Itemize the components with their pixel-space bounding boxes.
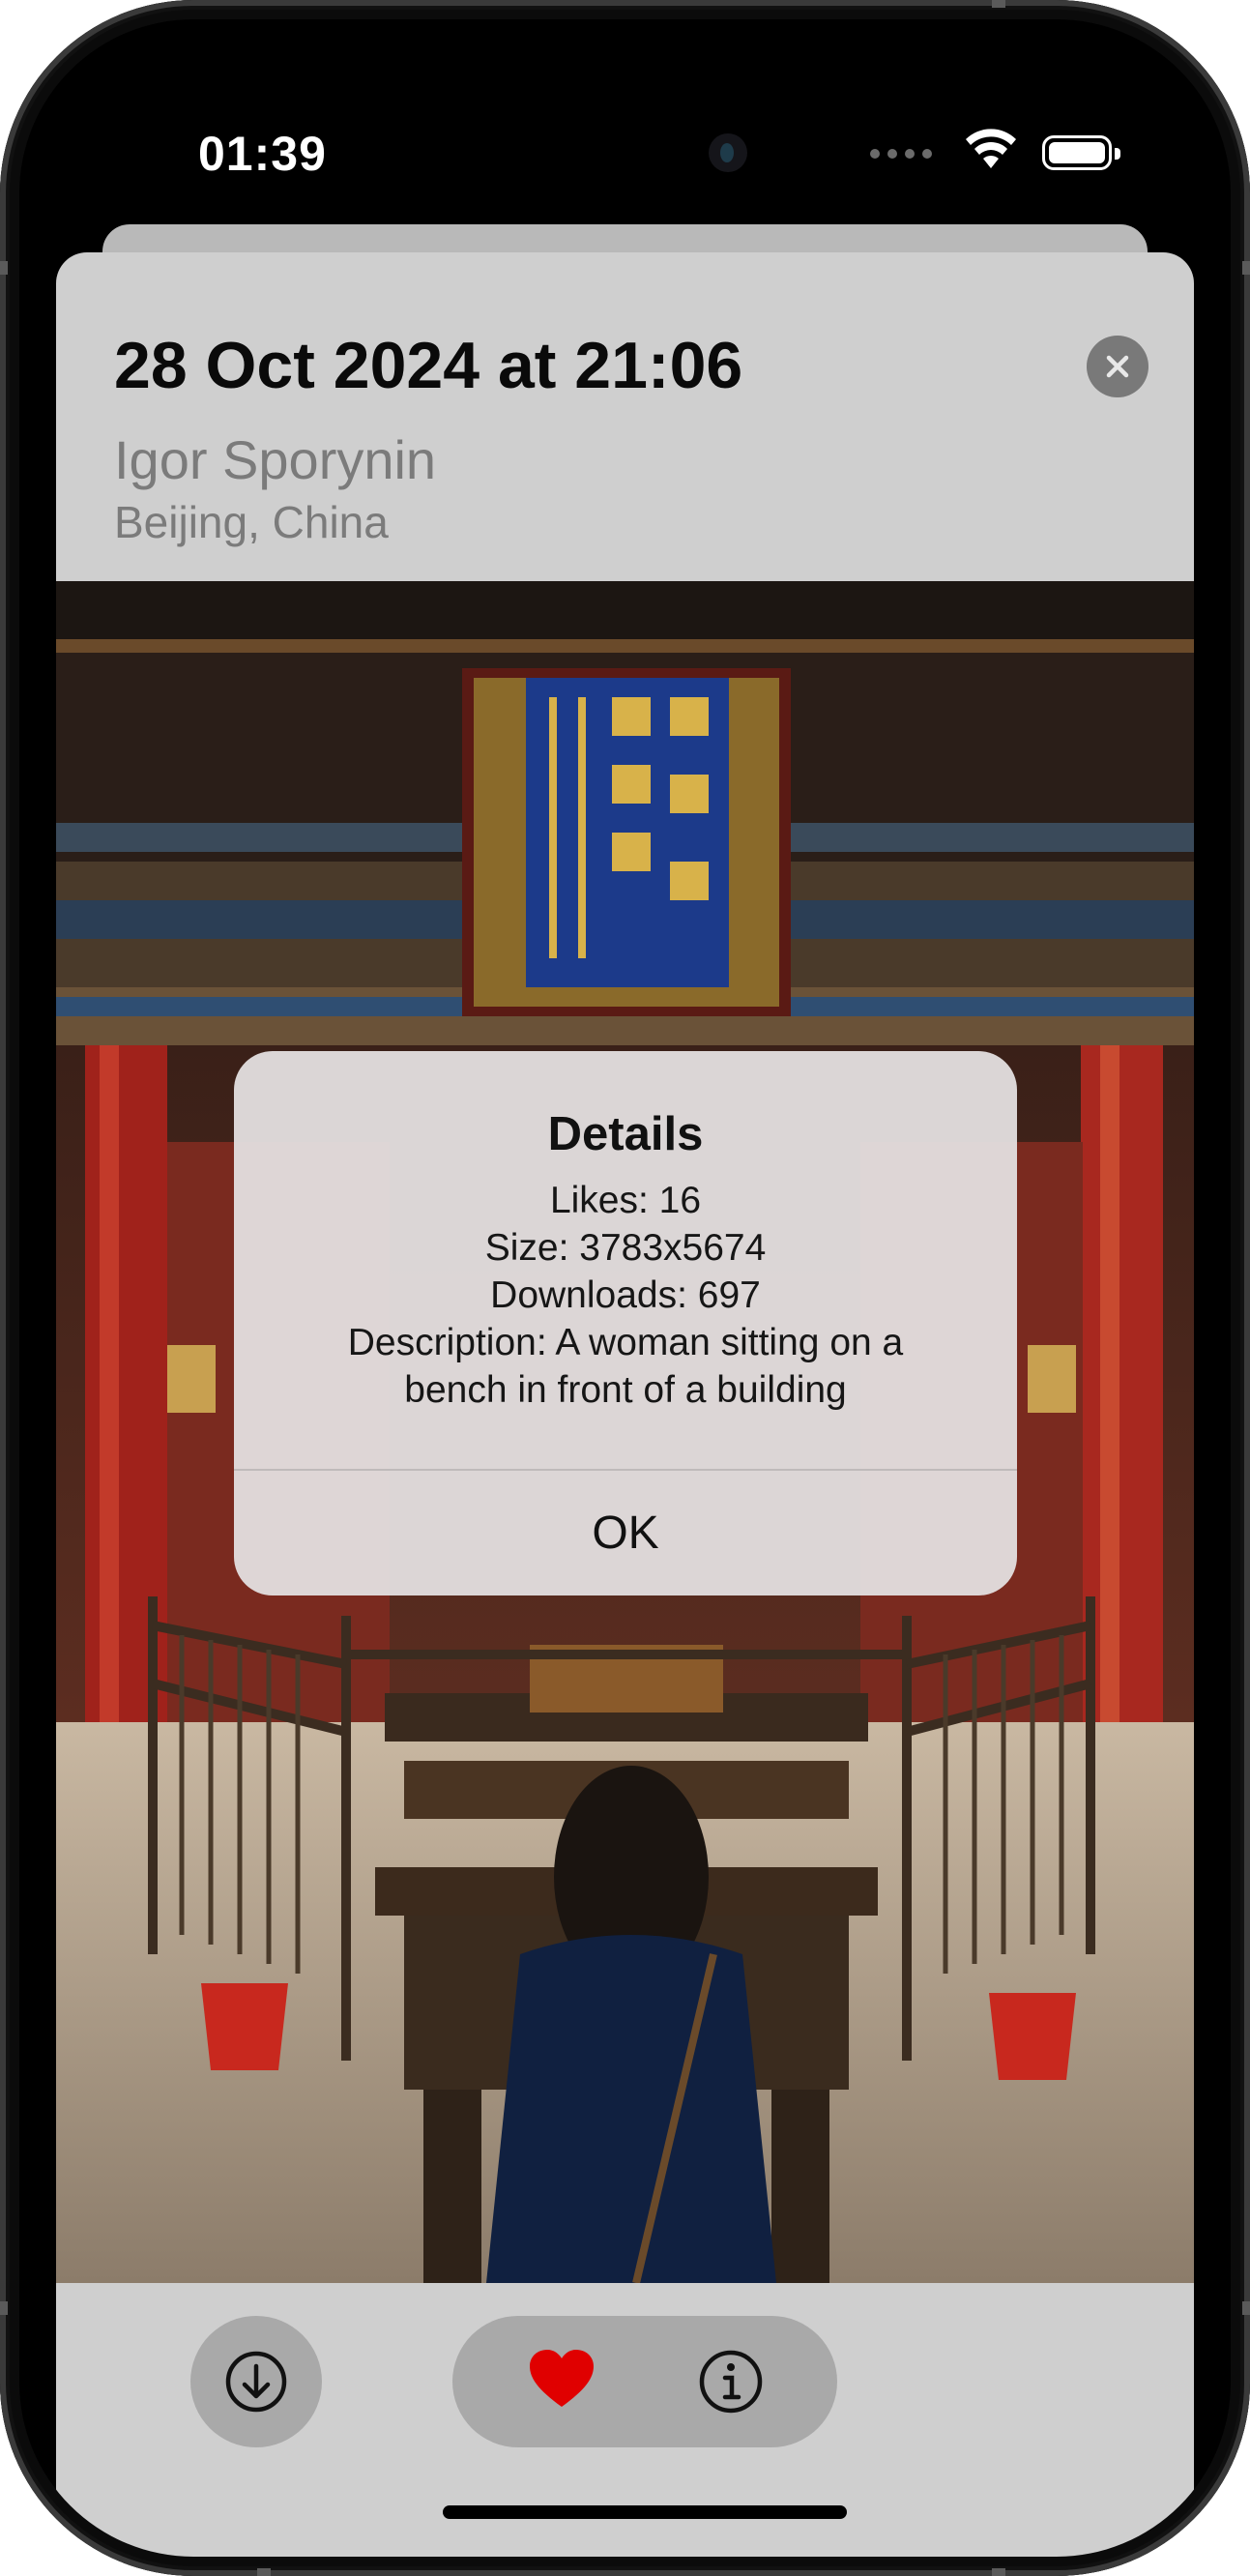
wifi-icon [963,126,1019,177]
side-button [992,2568,1005,2576]
side-button [257,2568,271,2576]
size-line: Size: 3783x5674 [484,1227,767,1269]
battery-icon [1042,135,1120,170]
author-name: Igor Sporynin [114,429,437,490]
download-button[interactable] [190,2316,322,2447]
side-button [1242,2301,1250,2315]
heart-icon [530,2350,594,2407]
info-icon [699,2350,763,2414]
home-indicator[interactable] [443,2505,847,2519]
cellular-signal-icon [870,149,932,159]
screen: 01:39 28 Oct 2024 at 21:06 Igor Sporynin… [19,19,1231,2557]
side-button [0,2301,8,2315]
ok-button[interactable]: OK [234,1471,1017,1595]
front-camera [709,133,747,172]
side-button [0,261,8,275]
status-time: 01:39 [198,127,327,181]
info-button[interactable] [694,2345,768,2418]
description-line: Description: A woman sitting on a [347,1322,904,1363]
details-alert: Details Likes: 16 Size: 3783x5674 Downlo… [234,1051,1017,1595]
photo-date-title: 28 Oct 2024 at 21:06 [114,329,743,402]
photo-location: Beijing, China [114,497,389,547]
downloads-line: Downloads: 697 [490,1274,761,1316]
alert-title: Details [547,1108,704,1160]
phone-frame: 01:39 28 Oct 2024 at 21:06 Igor Sporynin… [0,0,1250,2576]
side-button [992,0,1005,8]
side-button [1242,261,1250,275]
description-line: bench in front of a building [404,1369,847,1411]
close-button[interactable] [1087,336,1148,397]
download-icon [225,2351,287,2413]
action-pill [452,2316,837,2447]
close-icon [1106,355,1129,378]
likes-line: Likes: 16 [549,1180,702,1221]
alert-message: Likes: 16 Size: 3783x5674 Downloads: 697… [273,1177,978,1414]
like-button[interactable] [528,2349,596,2415]
